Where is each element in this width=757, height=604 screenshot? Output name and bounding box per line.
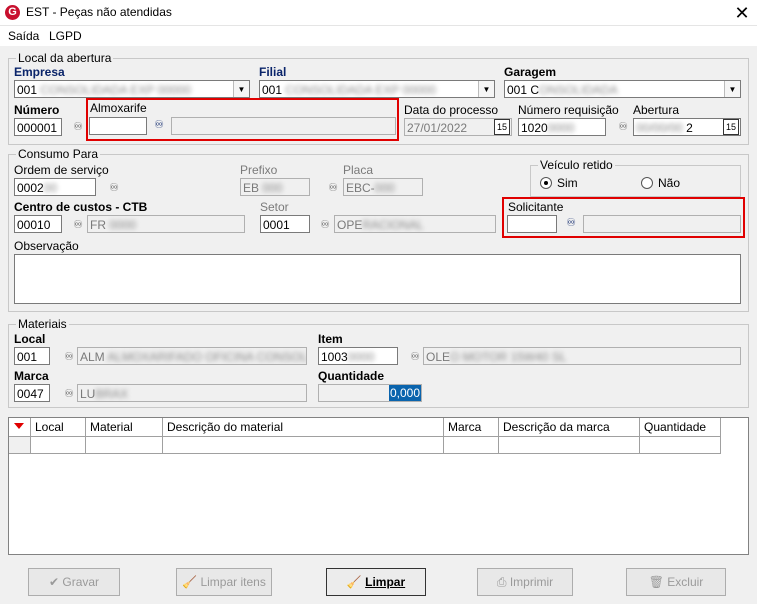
filial-select[interactable]: 001 CONSOLIDADA EXP 00000 ▼ bbox=[259, 80, 495, 98]
quantidade-label: Quantidade bbox=[318, 369, 385, 383]
printer-icon: ⎙ bbox=[496, 575, 507, 589]
garagem-label: Garagem bbox=[504, 65, 557, 79]
column-header-local[interactable]: Local bbox=[31, 418, 86, 437]
setor-input[interactable]: 0001 bbox=[260, 215, 310, 233]
almoxarife-description bbox=[171, 117, 396, 135]
solicitante-label: Solicitante bbox=[508, 200, 564, 214]
grid-indicator-header[interactable] bbox=[9, 418, 31, 437]
menu-item-lgpd[interactable]: LGPD bbox=[49, 29, 82, 43]
data-processo-label: Data do processo bbox=[404, 103, 499, 117]
setor-description: OPERACIONAL bbox=[334, 215, 496, 233]
centro-custos-description: FR 0000 bbox=[87, 215, 245, 233]
binoculars-icon[interactable]: ♾ bbox=[615, 121, 631, 133]
observacao-label: Observação bbox=[14, 239, 79, 253]
prefixo-label: Prefixo bbox=[240, 163, 278, 177]
limpar-itens-button[interactable]: 🧹 Limpar itens bbox=[176, 568, 272, 596]
chevron-down-icon[interactable]: ▼ bbox=[478, 81, 494, 97]
local-abertura-legend: Local da abertura bbox=[16, 51, 114, 65]
broom-icon: 🧹 bbox=[182, 575, 198, 589]
almoxarife-input[interactable] bbox=[89, 117, 147, 135]
menu-item-saida[interactable]: Saída bbox=[8, 29, 39, 43]
column-header-descricao-material[interactable]: Descrição do material bbox=[163, 418, 444, 437]
checkmark-icon: ✔ bbox=[48, 575, 60, 589]
veiculo-retido-sim-radio[interactable] bbox=[540, 177, 552, 189]
calendar-icon[interactable]: 15 bbox=[494, 119, 510, 135]
empresa-select[interactable]: 001 CONSOLIDADA EXP 00000 ▼ bbox=[14, 80, 250, 98]
binoculars-icon[interactable]: ♾ bbox=[70, 219, 86, 231]
numero-requisicao-label: Número requisição bbox=[518, 103, 619, 117]
binoculars-icon[interactable]: ♾ bbox=[61, 351, 77, 363]
numero-label: Número bbox=[14, 103, 60, 117]
veiculo-retido-label: Veículo retido bbox=[538, 158, 615, 172]
table-cell[interactable] bbox=[640, 437, 721, 454]
excluir-button[interactable]: 🗑 Excluir bbox=[626, 568, 726, 596]
veiculo-retido-nao-label[interactable]: Não bbox=[658, 176, 680, 190]
materials-grid[interactable]: Local Material Descrição do material Mar… bbox=[8, 417, 749, 555]
calendar-icon[interactable]: 15 bbox=[723, 119, 739, 135]
local-description: ALM ALMOXARIFADO OFICINA CONSOLIDA bbox=[77, 347, 307, 365]
ordem-servico-label: Ordem de serviço bbox=[14, 163, 109, 177]
window-title: EST - Peças não atendidas bbox=[26, 5, 172, 19]
chevron-down-icon[interactable]: ▼ bbox=[724, 81, 740, 97]
close-icon[interactable]: ✕ bbox=[727, 0, 757, 26]
marca-input[interactable]: 0047 bbox=[14, 384, 50, 402]
centro-custos-input[interactable]: 00010 bbox=[14, 215, 62, 233]
binoculars-icon[interactable]: ♾ bbox=[407, 351, 423, 363]
table-cell[interactable] bbox=[31, 437, 86, 454]
limpar-button[interactable]: 🧹 Limpar bbox=[326, 568, 426, 596]
broom-icon: 🧹 bbox=[346, 575, 362, 589]
column-header-marca[interactable]: Marca bbox=[444, 418, 499, 437]
empresa-label: Empresa bbox=[14, 65, 65, 79]
chevron-down-icon[interactable]: ▼ bbox=[233, 81, 249, 97]
veiculo-retido-sim-label[interactable]: Sim bbox=[557, 176, 578, 190]
item-description: OLEO MOTOR 15W40 SL bbox=[423, 347, 741, 365]
local-input[interactable]: 001 bbox=[14, 347, 50, 365]
marca-label: Marca bbox=[14, 369, 49, 383]
quantidade-input[interactable]: 0,000 bbox=[318, 384, 422, 402]
almoxarife-label: Almoxarife bbox=[90, 101, 147, 115]
abertura-label: Abertura bbox=[633, 103, 680, 117]
column-header-material[interactable]: Material bbox=[86, 418, 163, 437]
binoculars-icon: ♾ bbox=[328, 182, 338, 194]
sort-arrow-icon[interactable] bbox=[14, 423, 24, 429]
setor-label: Setor bbox=[260, 200, 289, 214]
binoculars-icon[interactable]: ♾ bbox=[61, 388, 77, 400]
solicitante-input[interactable] bbox=[507, 215, 557, 233]
marca-description: LUBRAX bbox=[77, 384, 307, 402]
row-indicator[interactable] bbox=[9, 437, 31, 454]
item-input[interactable]: 10030000 bbox=[318, 347, 398, 365]
local-label: Local bbox=[14, 332, 46, 346]
centro-custos-label: Centro de custos - CTB bbox=[14, 200, 148, 214]
column-header-descricao-marca[interactable]: Descrição da marca bbox=[499, 418, 640, 437]
consumo-para-legend: Consumo Para bbox=[16, 147, 101, 161]
placa-label: Placa bbox=[343, 163, 374, 177]
table-cell[interactable] bbox=[86, 437, 163, 454]
numero-requisicao-input[interactable]: 10200000 bbox=[518, 118, 606, 136]
binoculars-icon[interactable]: ♾ bbox=[151, 119, 167, 131]
observacao-textarea[interactable] bbox=[14, 254, 741, 304]
numero-input[interactable]: 000001 bbox=[14, 118, 62, 136]
veiculo-retido-nao-radio[interactable] bbox=[641, 177, 653, 189]
column-header-quantidade[interactable]: Quantidade bbox=[640, 418, 721, 437]
binoculars-icon[interactable]: ♾ bbox=[106, 182, 122, 194]
gravar-button[interactable]: ✔ Gravar bbox=[28, 568, 120, 596]
imprimir-button[interactable]: ⎙ Imprimir bbox=[477, 568, 573, 596]
materiais-legend: Materiais bbox=[16, 317, 69, 331]
table-cell[interactable] bbox=[444, 437, 499, 454]
prefixo-input: EB 000 bbox=[240, 178, 310, 196]
garagem-select[interactable]: 001 CONSOLIDADA ▼ bbox=[504, 80, 741, 98]
solicitante-description bbox=[583, 215, 741, 233]
table-cell[interactable] bbox=[163, 437, 444, 454]
binoculars-icon[interactable]: ♾ bbox=[563, 217, 579, 229]
placa-input: EBC-000 bbox=[343, 178, 423, 196]
binoculars-icon[interactable]: ♾ bbox=[317, 219, 333, 231]
item-label: Item bbox=[318, 332, 343, 346]
app-logo-icon: G bbox=[5, 5, 20, 20]
binoculars-icon[interactable]: ♾ bbox=[70, 121, 86, 133]
menu-bar bbox=[0, 26, 757, 46]
table-cell[interactable] bbox=[499, 437, 640, 454]
trash-icon: 🗑 bbox=[648, 575, 664, 589]
ordem-servico-input[interactable]: 000200 bbox=[14, 178, 96, 196]
filial-label: Filial bbox=[259, 65, 287, 79]
